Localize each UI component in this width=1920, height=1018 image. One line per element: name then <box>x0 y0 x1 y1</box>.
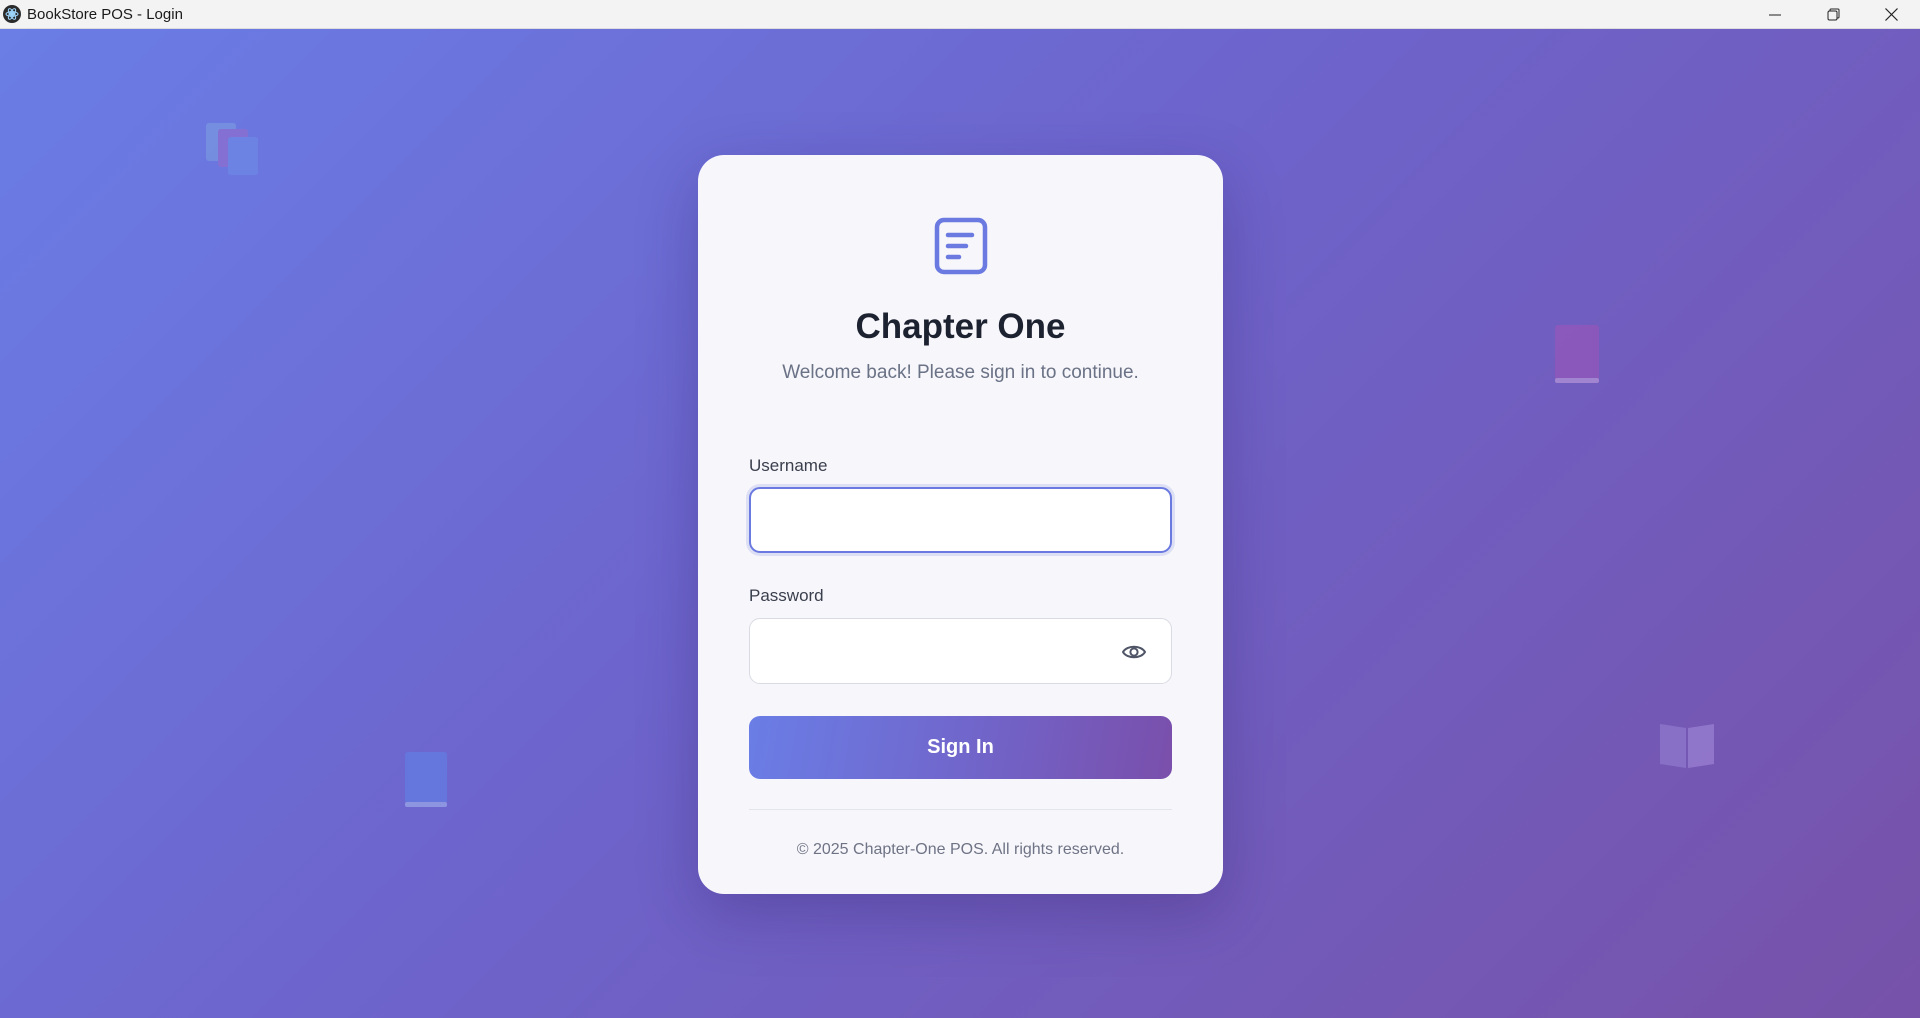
copyright-footer: © 2025 Chapter-One POS. All rights reser… <box>796 841 1125 858</box>
username-field-wrapper <box>749 487 1172 553</box>
username-input[interactable] <box>751 489 1170 551</box>
sign-in-button[interactable]: Sign In <box>749 716 1172 779</box>
footer-divider <box>749 809 1172 810</box>
window-titlebar: BookStore POS - Login <box>0 0 1920 29</box>
password-label: Password <box>749 586 824 605</box>
minimize-icon <box>1769 14 1781 15</box>
eye-icon[interactable] <box>1121 639 1147 665</box>
app-icon <box>3 5 21 23</box>
login-card: Chapter One Welcome back! Please sign in… <box>698 155 1223 894</box>
window-controls <box>1746 0 1920 29</box>
window-title: BookStore POS - Login <box>27 5 183 23</box>
login-subtitle: Welcome back! Please sign in to continue… <box>782 362 1139 383</box>
minimize-button[interactable] <box>1746 0 1804 29</box>
restore-icon <box>1827 8 1839 21</box>
close-icon <box>1884 8 1898 21</box>
password-field-wrapper <box>749 618 1172 684</box>
brand-title: Chapter One <box>855 307 1066 346</box>
open-book-decoration-icon <box>1660 724 1714 768</box>
book-decoration-icon <box>1555 325 1599 383</box>
book-decoration-icon <box>405 752 447 807</box>
login-background: Chapter One Welcome back! Please sign in… <box>0 29 1920 1018</box>
book-decoration-icon <box>206 123 258 175</box>
document-icon <box>934 217 988 275</box>
password-input[interactable] <box>750 619 1171 683</box>
username-label: Username <box>749 456 828 475</box>
restore-button[interactable] <box>1804 0 1862 29</box>
close-button[interactable] <box>1862 0 1920 29</box>
